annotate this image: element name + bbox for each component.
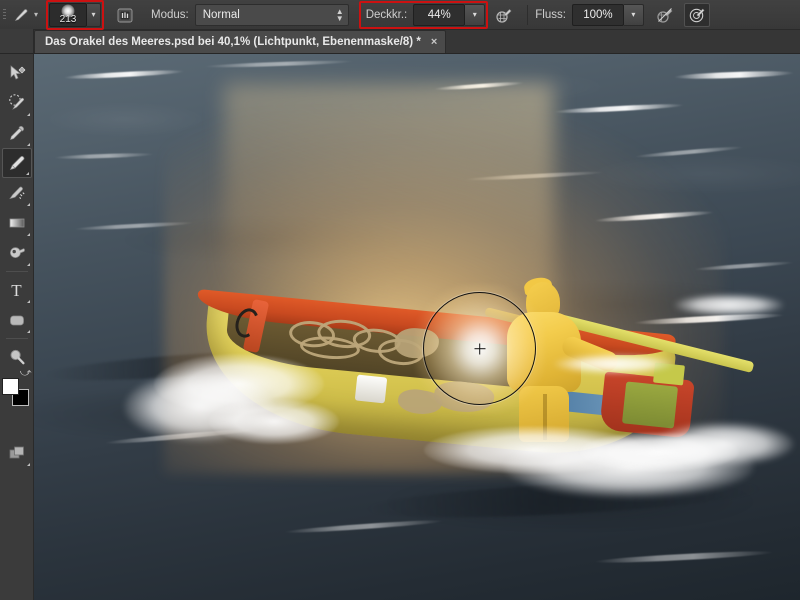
gradient-tool[interactable]: [2, 208, 32, 238]
color-swatches[interactable]: ⤻: [1, 367, 32, 410]
tools-panel: T ⤻: [0, 54, 34, 600]
tool-expand-corner-icon: [26, 143, 30, 146]
sea-foam: [674, 294, 784, 316]
swap-colors-icon[interactable]: ⤻: [20, 367, 32, 380]
brush-thumbnail[interactable]: 213: [49, 2, 87, 27]
history-brush-tool[interactable]: [2, 178, 32, 208]
flow-value: 100%: [583, 8, 613, 21]
bow-wake-foam: [209, 399, 339, 444]
stern-green-panel: [621, 381, 679, 429]
options-bar-drag-handle[interactable]: [0, 0, 10, 30]
opacity-annotation-box: Deckkr.: 44% ▾: [358, 0, 489, 29]
tool-preset-chevron-down-icon[interactable]: ▾: [30, 4, 42, 26]
canvas-area[interactable]: [34, 54, 800, 600]
document-tab-title: Das Orakel des Meeres.psd bei 40,1% (Lic…: [45, 36, 421, 48]
photoshop-window: ▾ 213 ▾ Modus: Normal ▲ ▼ Deckkr.: 44% ▾…: [0, 0, 800, 600]
tool-expand-corner-icon: [26, 300, 30, 303]
brush-size-annotation-box: 213 ▾: [46, 0, 104, 30]
brush-preset-chevron-down-icon[interactable]: ▾: [87, 2, 101, 27]
tool-expand-corner-icon: [26, 233, 30, 236]
blend-mode-label: Modus:: [151, 8, 189, 21]
opacity-value: 44%: [427, 8, 451, 21]
tab-bar-gutter: [0, 29, 34, 53]
airbrush-button[interactable]: [652, 3, 678, 27]
document-tab[interactable]: Das Orakel des Meeres.psd bei 40,1% (Lic…: [34, 30, 447, 53]
eyedropper-tool[interactable]: [2, 118, 32, 148]
blend-mode-select[interactable]: Normal ▲ ▼: [194, 3, 349, 26]
brush-size-value: 213: [59, 13, 77, 25]
crosshair-icon: [478, 343, 481, 354]
current-tool-icon[interactable]: [12, 4, 30, 26]
type-tool[interactable]: T: [2, 275, 32, 305]
stern-wake-foam: [654, 422, 794, 466]
type-tool-glyph: T: [11, 280, 22, 300]
tool-expand-corner-icon: [26, 463, 30, 466]
flow-label: Fluss:: [535, 8, 566, 21]
tool-expand-corner-icon: [26, 203, 30, 206]
opacity-input[interactable]: 44%: [413, 3, 466, 26]
options-bar: ▾ 213 ▾ Modus: Normal ▲ ▼ Deckkr.: 44% ▾…: [0, 0, 800, 30]
tablet-pressure-size-button[interactable]: [683, 2, 710, 27]
tool-expand-corner-icon: [26, 263, 30, 266]
brush-cursor: [423, 292, 536, 405]
drag-dots-icon: [3, 8, 6, 21]
brush-panel-toggle-button[interactable]: [112, 3, 138, 27]
close-icon[interactable]: ×: [429, 36, 439, 48]
tool-expand-corner-icon: [25, 172, 29, 175]
opacity-chevron-down-icon[interactable]: ▾: [465, 3, 486, 26]
flow-input[interactable]: 100%: [571, 3, 624, 26]
opacity-pressure-button[interactable]: [491, 3, 517, 27]
sea-foam: [554, 354, 674, 374]
quick-selection-tool[interactable]: [2, 88, 32, 118]
screen-mode-button[interactable]: [2, 438, 32, 468]
brush-preset-picker[interactable]: 213 ▾: [49, 2, 101, 27]
foreground-color-swatch[interactable]: [1, 378, 19, 395]
rounded-rectangle-tool[interactable]: [2, 305, 32, 335]
flow-chevron-down-icon[interactable]: ▾: [623, 3, 644, 26]
options-divider: [527, 4, 529, 25]
document-tab-bar: Das Orakel des Meeres.psd bei 40,1% (Lic…: [0, 29, 800, 54]
white-float-box: [354, 374, 388, 404]
tool-expand-corner-icon: [26, 330, 30, 333]
move-tool[interactable]: [2, 58, 32, 88]
dodge-tool[interactable]: [2, 238, 32, 268]
tools-divider-2: [5, 338, 28, 339]
document-image: [34, 54, 800, 600]
stepper-arrows-icon[interactable]: ▲ ▼: [328, 7, 344, 22]
brush-tool[interactable]: [1, 148, 32, 178]
tool-expand-corner-icon: [26, 113, 30, 116]
opacity-label: Deckkr.:: [365, 8, 408, 21]
tools-divider: [5, 271, 28, 272]
blend-mode-value: Normal: [202, 8, 240, 21]
